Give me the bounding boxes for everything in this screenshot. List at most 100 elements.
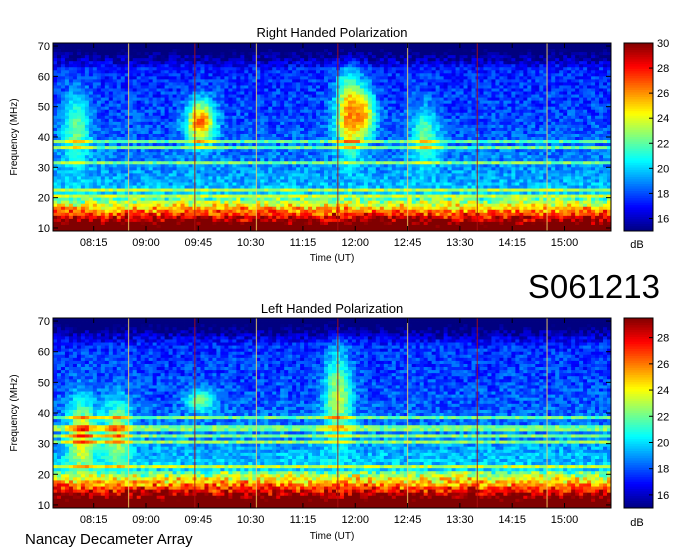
spectrogram-cell — [431, 52, 437, 56]
spectrogram-cell — [272, 106, 277, 111]
spectrogram-cell — [84, 137, 90, 141]
spectrogram-cell — [108, 146, 114, 150]
spectrogram-cell — [343, 130, 349, 135]
spectrogram-cell — [288, 137, 293, 141]
spectrogram-cell — [180, 118, 185, 123]
spectrogram-cell — [355, 146, 361, 150]
spectrogram-cell — [603, 55, 608, 59]
spectrogram-cell — [104, 64, 110, 68]
spectrogram-cell — [60, 61, 66, 65]
spectrogram-cell — [495, 43, 500, 47]
spectrogram-cell — [216, 133, 221, 138]
spectrogram-cell — [200, 100, 205, 105]
spectrogram-cell — [172, 121, 177, 126]
spectrogram-cell — [304, 91, 309, 95]
spectrogram-cell — [527, 118, 532, 123]
spectrogram-cell — [459, 121, 464, 126]
spectrogram-cell — [200, 73, 205, 77]
spectrogram-cell — [407, 103, 413, 108]
spectrogram-cell — [439, 112, 444, 117]
spectrogram-cell — [355, 103, 361, 108]
spectrogram-cell — [116, 127, 122, 132]
spectrogram-cell — [200, 52, 205, 56]
spectrogram-cell — [547, 46, 552, 50]
spectrogram-cell — [455, 70, 460, 74]
spectrogram-cell — [531, 85, 536, 89]
spectrogram-cell — [188, 73, 193, 77]
spectrogram-cell — [232, 146, 237, 150]
spectrogram-cell — [471, 133, 476, 138]
spectrogram-cell — [128, 91, 134, 95]
spectrogram-cell — [531, 88, 536, 92]
spectrogram-cell — [84, 82, 90, 86]
spectrogram-cell — [419, 130, 425, 135]
spectrogram-cell — [72, 109, 78, 114]
spectrogram-cell — [431, 67, 437, 71]
spectrogram-cell — [555, 79, 560, 83]
spectrogram-cell — [292, 124, 297, 129]
spectrogram-cell — [132, 61, 138, 65]
spectrogram-cell — [284, 103, 289, 108]
spectrogram-cell — [228, 88, 233, 92]
spectrogram-cell — [339, 115, 345, 120]
spectrogram-cell — [503, 79, 508, 83]
spectrogram-cell — [591, 55, 596, 59]
spectrogram-cell — [152, 121, 158, 126]
spectrogram-cell — [176, 133, 181, 138]
spectrogram-cell — [100, 64, 106, 68]
spectrogram-cell — [88, 67, 94, 71]
spectrogram-cell — [367, 97, 373, 102]
spectrogram-cell — [371, 64, 377, 68]
spectrogram-cell — [148, 85, 154, 89]
spectrogram-cell — [260, 146, 265, 150]
spectrogram-cell — [443, 79, 448, 83]
spectrogram-cell — [196, 73, 201, 77]
spectrogram-cell — [443, 146, 448, 150]
spectrogram-cell — [72, 73, 78, 77]
spectrogram-cell — [260, 73, 265, 77]
spectrogram-cell — [427, 91, 433, 95]
spectrogram-cell — [547, 140, 552, 144]
spectrogram-cell — [447, 143, 452, 147]
spectrogram-cell — [248, 70, 253, 74]
spectrogram-cell — [599, 85, 604, 89]
spectrogram-cell — [415, 149, 421, 153]
spectrogram-cell — [479, 49, 484, 53]
spectrogram-cell — [535, 91, 540, 95]
spectrogram-cell — [220, 109, 225, 114]
spectrogram-cell — [216, 61, 221, 65]
spectrogram-cell — [148, 112, 154, 117]
spectrogram-cell — [316, 133, 321, 138]
spectrogram-cell — [244, 121, 249, 126]
spectrogram-cell — [383, 106, 389, 111]
spectrogram-cell — [276, 70, 281, 74]
spectrogram-cell — [244, 73, 249, 77]
spectrogram-cell — [471, 118, 476, 123]
spectrogram-cell — [84, 97, 90, 102]
spectrogram-cell — [487, 79, 492, 83]
spectrogram-cell — [264, 130, 269, 135]
spectrogram-cell — [367, 115, 373, 120]
spectrogram-cell — [248, 76, 253, 80]
spectrogram-cell — [503, 140, 508, 144]
spectrogram-cell — [164, 94, 169, 98]
spectrogram-cell — [76, 137, 82, 141]
spectrogram-cell — [136, 115, 142, 120]
spectrogram-cell — [535, 103, 540, 108]
spectrogram-cell — [240, 103, 245, 108]
spectrogram-cell — [88, 88, 94, 92]
spectrogram-cell — [459, 97, 464, 102]
spectrogram-cell — [443, 58, 448, 62]
spectrogram-cell — [324, 106, 329, 111]
spectrogram-cell — [304, 146, 309, 150]
spectrogram-cell — [575, 137, 580, 141]
spectrogram-cell — [603, 49, 608, 53]
spectrogram-cell — [599, 115, 604, 120]
spectrogram-cell — [347, 73, 353, 77]
spectrogram-cell — [188, 106, 193, 111]
spectrogram-cell — [519, 52, 524, 56]
spectrogram-cell — [68, 140, 74, 144]
spectrogram-cell — [116, 61, 122, 65]
spectrogram-cell — [260, 115, 265, 120]
spectrogram-cell — [519, 67, 524, 71]
